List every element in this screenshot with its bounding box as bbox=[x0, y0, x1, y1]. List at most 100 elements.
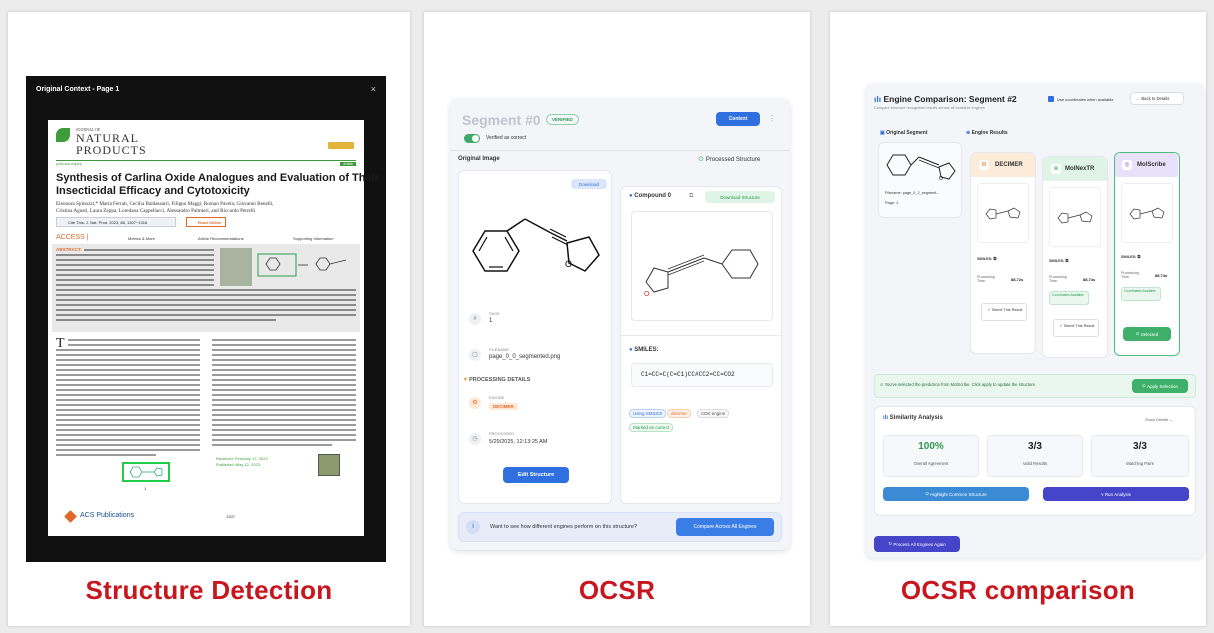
info-icon: i bbox=[466, 520, 480, 534]
notice-text: ⊙ You've selected the prediction from Mo… bbox=[880, 382, 1036, 387]
recs-link[interactable]: Article Recommendations bbox=[198, 236, 244, 241]
compare-text: Want to see how different engines perfor… bbox=[490, 524, 638, 530]
filename-value: page_0_0_segmented.png bbox=[489, 354, 561, 360]
engine-smiles: SMILES: ⧉ bbox=[1121, 255, 1140, 259]
download-structure-label: Download Structure bbox=[720, 194, 760, 200]
select-result-button[interactable] bbox=[1053, 319, 1099, 337]
chevron-down-icon: ⌄ bbox=[1168, 417, 1173, 422]
segment-page: Page: 1 bbox=[885, 201, 899, 205]
back-label: Back to Details bbox=[1141, 96, 1170, 101]
use-coords-checkbox[interactable] bbox=[1048, 96, 1054, 102]
caption-ocsr-comparison: OCSR comparison bbox=[900, 575, 1136, 605]
comparison-title-label: Engine Comparison: Segment #2 bbox=[883, 94, 1017, 104]
authors-line-1: Eleonora Spinozzi,* Marta Ferrati, Cecil… bbox=[56, 201, 274, 207]
engine-value-badge: DECIMER bbox=[489, 403, 518, 410]
tag-label: decimer bbox=[671, 411, 688, 416]
tag-label: Marked as correct bbox=[633, 425, 670, 430]
copy-icon[interactable]: ⧉ bbox=[1137, 255, 1140, 259]
detected-structure-box[interactable] bbox=[122, 462, 170, 482]
modal-title: Original Context - Page 1 bbox=[36, 86, 120, 93]
select-result-text: ✓ Select This Result bbox=[1057, 323, 1097, 328]
compare-engines-button[interactable]: Compare Across All Engines bbox=[676, 518, 774, 536]
hash-icon: # bbox=[469, 313, 481, 325]
download-button[interactable]: Download bbox=[571, 179, 607, 189]
engine-smiles-label: SMILES: bbox=[1049, 259, 1065, 263]
selected-button[interactable]: ⊙ Selected bbox=[1123, 327, 1171, 341]
structure-label: 1 bbox=[144, 486, 147, 491]
smiles-label: SMILES: bbox=[634, 347, 659, 353]
coords-label: Coordinates Available bbox=[1052, 293, 1084, 297]
filename-label: FILENAME bbox=[489, 347, 510, 352]
acs-logo-icon bbox=[64, 510, 77, 523]
engine-molecule bbox=[985, 207, 1021, 220]
copy-icon[interactable]: ⧉ bbox=[993, 257, 996, 261]
edit-structure-label: Edit Structure bbox=[517, 472, 555, 478]
engine-smiles-label: SMILES: bbox=[1121, 255, 1137, 259]
molnextr-icon: ⊕ bbox=[1051, 164, 1061, 174]
copy-icon[interactable]: ⧉ bbox=[1065, 259, 1068, 263]
tag-marked-correct: Marked as correct bbox=[629, 423, 674, 432]
comparison-title: ılı Engine Comparison: Segment #2 bbox=[874, 94, 1017, 104]
received-date: Received: February 17, 2023 bbox=[216, 456, 268, 461]
access-label: ACCESS | bbox=[56, 234, 89, 241]
file-icon: ▢ bbox=[469, 349, 481, 361]
engine-label: ENGINE bbox=[489, 395, 505, 400]
doi-link[interactable]: pubs.acs.org/jnp bbox=[56, 162, 82, 166]
molscribe-icon: ◎ bbox=[1122, 160, 1132, 170]
highlight-common-button[interactable]: ⊙ Highlight Common Structure bbox=[883, 487, 1029, 501]
compound-title: ● Compound 0 bbox=[629, 193, 671, 199]
process-again-button[interactable]: ↻ Process All Engines Again bbox=[874, 536, 960, 552]
compare-engines-label: Compare Across All Engines bbox=[693, 524, 757, 530]
engine-card-decimer: ⚙ DECIMER SMILES: ⧉ Processing Time: 88.… bbox=[970, 152, 1036, 354]
more-options-icon[interactable]: ⋮ bbox=[768, 114, 776, 123]
clock-icon: ◷ bbox=[469, 433, 481, 445]
processed-icon: ⊙ bbox=[698, 156, 706, 163]
paper-title-2: Insecticidal Efficacy and Cytotoxicity bbox=[56, 185, 250, 197]
processed-label: PROCESSED bbox=[489, 431, 515, 436]
verified-toggle[interactable] bbox=[464, 134, 480, 143]
segment-molecule: O bbox=[886, 154, 956, 182]
metrics-link[interactable]: Metrics & More bbox=[128, 236, 155, 241]
engine-structure-view bbox=[977, 183, 1029, 243]
structure-detection-panel: Original Context - Page 1 × JOURNAL OF N… bbox=[8, 12, 410, 626]
segment-filename: Filename: page_0_2_segment... bbox=[885, 191, 940, 195]
similarity-label: Similarity Analysis bbox=[889, 415, 943, 421]
original-molecule: O bbox=[472, 218, 600, 272]
engine-card-molnextr: ⊕ MolNexTR SMILES: ⧉ Processing Time: 88… bbox=[1042, 156, 1108, 358]
edit-structure-button[interactable]: Edit Structure bbox=[503, 467, 569, 483]
engine-time-label: Processing Time: bbox=[1121, 271, 1139, 279]
segment-title: Segment #0 bbox=[462, 112, 541, 128]
acs-publications: ACS Publications bbox=[80, 512, 135, 519]
similarity-card: ılı Similarity Analysis Show Details ⌄ 1… bbox=[874, 406, 1196, 516]
smiles-value[interactable]: C1=CC=C(C=C1)CC#CC2=CC=CO2 bbox=[641, 371, 735, 378]
engine-smiles-label: SMILES: bbox=[977, 257, 993, 261]
apply-selection-label: Apply Selection bbox=[1147, 383, 1179, 389]
run-analysis-label: Run Analysis bbox=[1104, 491, 1131, 497]
processed-structure-label: Processed Structure bbox=[705, 157, 761, 163]
processed-structure-title: ⊙ Processed Structure bbox=[698, 156, 760, 163]
detected-molecule bbox=[129, 466, 163, 478]
select-result-button[interactable] bbox=[981, 303, 1027, 321]
engine-smiles: SMILES: ⧉ bbox=[1049, 259, 1068, 263]
show-details-toggle[interactable]: Show Details ⌄ bbox=[1145, 417, 1173, 422]
support-link[interactable]: Supporting Information bbox=[293, 236, 333, 241]
cite-text[interactable]: Cite This: J. Nat. Prod. 2023, 86, 1307−… bbox=[68, 220, 147, 225]
notice-label: You've selected the prediction from MolS… bbox=[884, 382, 1037, 387]
comparison-subtitle: Compare structure recognition results ac… bbox=[874, 106, 985, 110]
original-image-title: Original Image bbox=[458, 156, 500, 162]
journal-icons bbox=[328, 142, 354, 149]
processed-value: 5/29/2025, 12:13:25 AM bbox=[489, 439, 548, 445]
close-icon[interactable]: × bbox=[371, 84, 376, 94]
ocsr-comparison-panel: ılı Engine Comparison: Segment #2 Compar… bbox=[830, 12, 1206, 626]
engine-time-label: Processing Time: bbox=[1049, 275, 1067, 283]
chart-icon: ılı bbox=[883, 415, 890, 421]
coords-label: Coordinates Available bbox=[1124, 289, 1156, 293]
abstract-scheme bbox=[257, 253, 347, 277]
context-button[interactable]: Context bbox=[716, 112, 760, 126]
run-analysis-button[interactable]: ϟ Run Analysis bbox=[1043, 487, 1189, 501]
apply-selection-button[interactable]: ⊙ Apply Selection bbox=[1132, 379, 1188, 393]
download-structure-button[interactable]: Download Structure bbox=[705, 191, 775, 203]
copy-icon[interactable]: ⧉ bbox=[689, 193, 693, 200]
back-button-text: ← Back to Details bbox=[1136, 96, 1169, 101]
smiles-title: ● SMILES: bbox=[629, 347, 659, 353]
